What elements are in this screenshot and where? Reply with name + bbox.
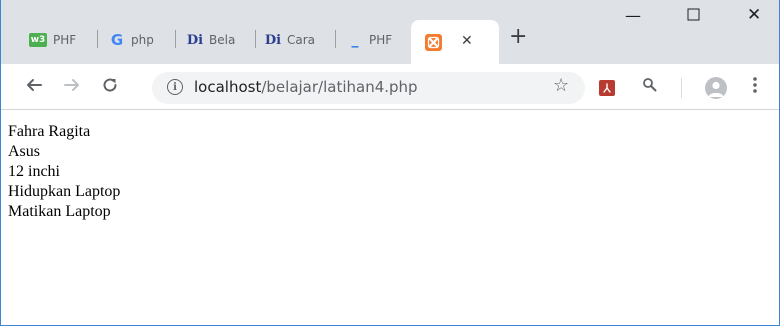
close-tab-icon[interactable]: ✕ (461, 33, 473, 49)
tab-dicoding-1[interactable]: Di Bela (187, 24, 249, 56)
menu-button[interactable] (753, 77, 757, 98)
search-icon[interactable] (642, 77, 658, 97)
pdf-glyph (603, 83, 611, 93)
url-host: localhost (194, 78, 262, 96)
dicoding-icon: Di (186, 32, 204, 48)
xampp-logo (427, 36, 440, 49)
new-tab-button[interactable]: + (509, 26, 527, 48)
back-arrow-icon (27, 79, 42, 91)
output-line: Asus (8, 143, 41, 160)
tab-title: PHF (369, 33, 393, 47)
output-line: Matikan Laptop (8, 203, 111, 220)
reload-button[interactable] (101, 76, 119, 99)
tab-separator (335, 30, 336, 48)
maximize-icon (687, 8, 700, 21)
output-line: Hidupkan Laptop (8, 183, 121, 200)
dash-icon: _ (351, 32, 359, 48)
pdf-extension-icon[interactable] (599, 80, 615, 96)
w3schools-icon: w3 (29, 33, 47, 47)
page-content: Fahra Ragita Asus 12 inchi Hidupkan Lapt… (8, 122, 120, 222)
xampp-icon (425, 34, 442, 51)
tab-title: php (131, 33, 154, 47)
person-icon (708, 81, 724, 97)
forward-button[interactable] (63, 76, 81, 99)
tab-strip: w3 PHF G php Di Bela Di Cara _ PHF ✕ + —… (1, 0, 779, 64)
url-path: /belajar/latihan4.php (261, 78, 418, 96)
back-button[interactable] (25, 76, 43, 99)
google-icon: G (110, 31, 124, 49)
close-window-button[interactable]: ✕ (747, 5, 761, 25)
tab-php[interactable]: _ PHF (347, 24, 403, 56)
toolbar-separator (681, 78, 682, 98)
tab-dicoding-2[interactable]: Di Cara (265, 24, 327, 56)
tab-separator (175, 30, 176, 48)
tab-w3schools[interactable]: w3 PHF (29, 24, 87, 56)
browser-window: w3 PHF G php Di Bela Di Cara _ PHF ✕ + —… (0, 0, 780, 326)
tab-separator (97, 30, 98, 48)
tab-title: Bela (209, 33, 236, 47)
forward-arrow-icon (64, 79, 79, 91)
kebab-menu-icon (753, 77, 757, 93)
maximize-button[interactable] (687, 6, 700, 25)
info-icon[interactable]: i (167, 79, 183, 95)
tab-separator (255, 30, 256, 48)
tab-google[interactable]: G php (109, 24, 169, 56)
bookmark-star-icon[interactable]: ☆ (553, 75, 569, 96)
output-line: Fahra Ragita (8, 123, 91, 140)
minimize-button[interactable]: — (625, 6, 641, 25)
tab-title: Cara (287, 33, 316, 47)
profile-avatar[interactable] (705, 77, 727, 99)
reload-icon (103, 78, 117, 92)
url-text[interactable]: localhost/belajar/latihan4.php (194, 78, 418, 96)
tab-active[interactable]: ✕ (411, 20, 499, 64)
tab-title: PHF (53, 33, 77, 47)
output-line: 12 inchi (8, 163, 60, 180)
dicoding-icon: Di (264, 32, 282, 48)
magnifier-icon (643, 78, 657, 92)
